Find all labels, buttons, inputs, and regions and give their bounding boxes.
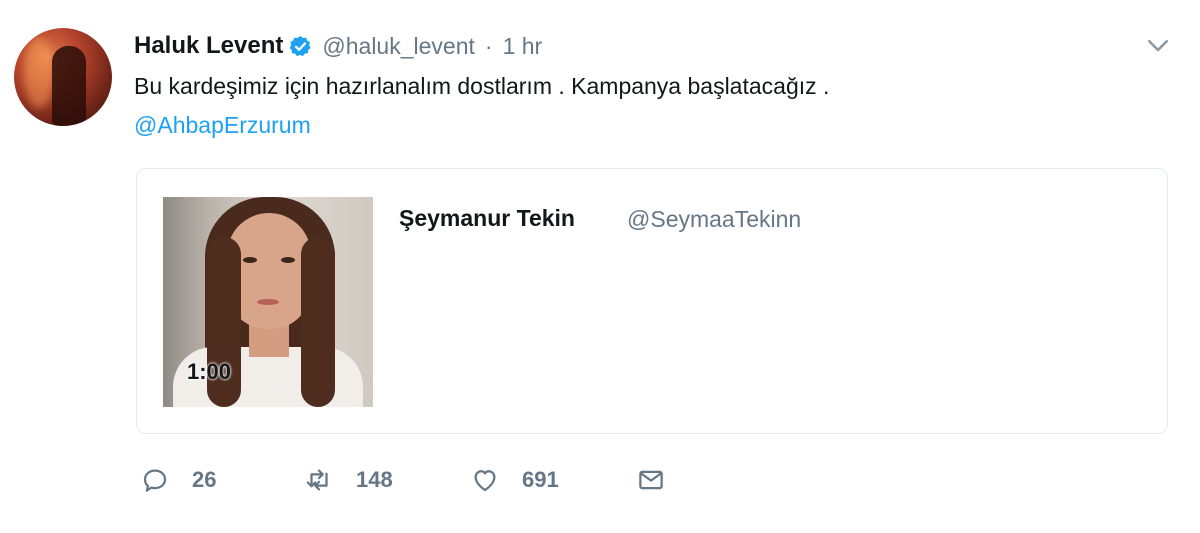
direct-message-icon: [639, 470, 663, 490]
author-handle[interactable]: @haluk_levent: [322, 33, 475, 60]
author-avatar[interactable]: [14, 28, 112, 126]
chevron-down-icon[interactable]: [1143, 30, 1173, 60]
header-separator: ·: [484, 32, 493, 59]
tweet[interactable]: Haluk Levent @haluk_levent · 1 hr Bu kar…: [0, 0, 1200, 533]
verified-badge-icon: [290, 35, 312, 56]
video-thumbnail[interactable]: 1:00: [163, 197, 373, 407]
reply-icon: [143, 469, 167, 492]
retweet-button[interactable]: 148: [304, 462, 393, 498]
author-name[interactable]: Haluk Levent: [134, 32, 283, 60]
thumbnail-eye-right: [281, 257, 295, 263]
quoted-author-name[interactable]: Şeymanur Tekin: [399, 205, 575, 232]
thumbnail-mouth: [257, 299, 279, 305]
like-button[interactable]: 691: [470, 462, 559, 498]
reply-count: 26: [192, 467, 217, 492]
like-icon: [474, 470, 496, 492]
avatar-glow: [24, 38, 54, 108]
video-duration: 1:00: [187, 359, 232, 384]
tweet-timestamp[interactable]: 1 hr: [503, 33, 543, 60]
quoted-tweet-card[interactable]: 1:00 Şeymanur Tekin @SeymaaTekinn: [136, 168, 1168, 434]
mention-link[interactable]: @AhbapErzurum: [134, 109, 311, 141]
tweet-header: Haluk Levent @haluk_levent · 1 hr: [134, 28, 542, 64]
tweet-text: Bu kardeşimiz için hazırlanalım dostları…: [134, 73, 830, 99]
like-count: 691: [522, 467, 559, 492]
reply-button[interactable]: 26: [140, 462, 216, 498]
quoted-author-handle[interactable]: @SeymaaTekinn: [627, 206, 801, 233]
thumbnail-eye-left: [243, 257, 257, 263]
avatar-silhouette: [52, 46, 86, 126]
direct-message-button[interactable]: [636, 462, 666, 498]
thumbnail-hair-right: [301, 237, 335, 407]
retweet-count: 148: [356, 467, 393, 492]
retweet-icon: [306, 469, 328, 491]
